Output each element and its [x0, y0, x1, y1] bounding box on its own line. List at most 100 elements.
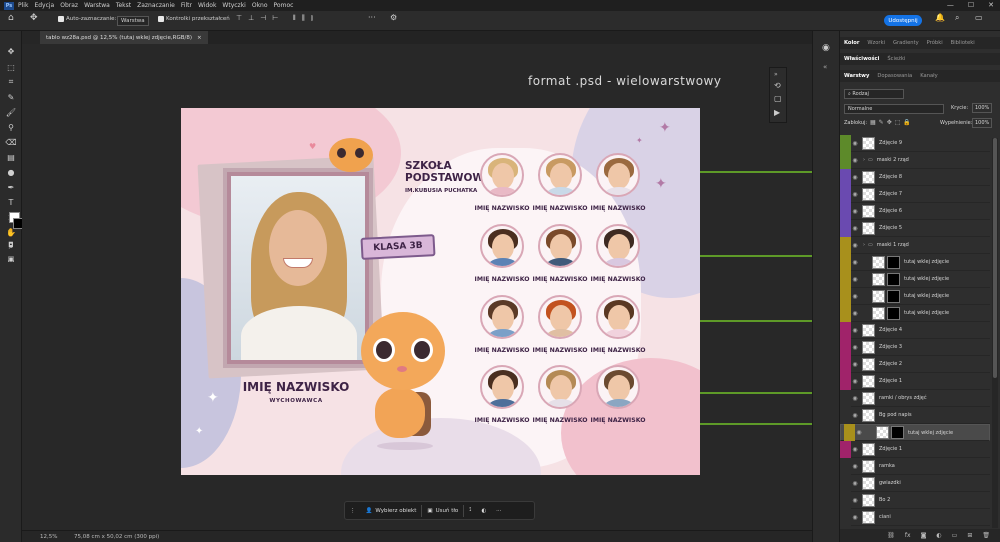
learn-panel-icon[interactable]: ◉	[822, 43, 830, 53]
eye-icon[interactable]: ◉	[851, 208, 859, 215]
eye-icon[interactable]: ◉	[851, 157, 859, 164]
eye-icon[interactable]: ◉	[851, 344, 859, 351]
chevron-right-icon[interactable]: ›	[863, 242, 865, 248]
layer-row[interactable]: ◉ Zdjęcie 3	[840, 338, 990, 356]
eye-icon[interactable]: ◉	[851, 446, 859, 453]
layer-filter-select[interactable]: ⌕ Rodzaj	[844, 89, 904, 99]
eye-icon[interactable]: ◉	[851, 480, 859, 487]
eye-icon[interactable]: ◉	[851, 293, 859, 300]
eye-icon[interactable]: ◉	[851, 412, 859, 419]
opacity-field[interactable]: 100%	[972, 103, 993, 113]
eye-icon[interactable]: ◉	[855, 429, 863, 436]
chevron-right-icon[interactable]: ›	[863, 157, 865, 163]
select-subject-button[interactable]: 👤 Wybierz obiekt	[361, 502, 422, 519]
layer-row[interactable]: ◉ tutaj wklej zdjęcie	[840, 304, 990, 322]
layer-row[interactable]: ◉ Zdjęcie 1	[840, 440, 990, 458]
add-mask-icon[interactable]: ◙	[921, 532, 927, 539]
layer-color-tag	[840, 474, 851, 492]
new-layer-icon[interactable]: ⊞	[967, 532, 972, 539]
layers-scrollbar[interactable]	[992, 138, 998, 528]
layer-row[interactable]: ◉ ramka	[840, 457, 990, 475]
collapse-panels-icon[interactable]: «	[823, 63, 827, 71]
document-dimensions[interactable]: 75,08 cm x 50,02 cm (300 ppi)	[74, 534, 159, 540]
layer-thumbnail	[862, 408, 875, 422]
tab-swatches[interactable]: Próbki	[923, 40, 947, 46]
layer-name: Zdjęcie 8	[879, 174, 903, 180]
eye-icon[interactable]: ◉	[851, 497, 859, 504]
new-group-icon[interactable]: ▭	[952, 532, 958, 539]
lock-icons[interactable]: ▦✎✥⬚🔒	[870, 119, 914, 126]
layer-row[interactable]: ◉ Zdjęcie 5	[840, 219, 990, 237]
eye-icon[interactable]: ◉	[851, 242, 859, 249]
layer-thumbnail	[872, 272, 885, 286]
tab-swatches-patterns[interactable]: Wzorki	[863, 40, 889, 46]
layer-row[interactable]: ◉ Zdjęcie 7	[840, 185, 990, 203]
tab-color[interactable]: Kolor	[840, 40, 863, 46]
layer-name: Zdjęcie 5	[879, 225, 903, 231]
contrast-icon[interactable]: ◐	[476, 502, 491, 519]
tab-gradients[interactable]: Gradienty	[889, 40, 923, 46]
layer-name: Zdjęcie 1	[879, 446, 903, 452]
layer-thumbnail	[862, 459, 875, 473]
tab-layers[interactable]: Warstwy	[840, 73, 873, 79]
drag-handle-icon[interactable]: ⋮	[345, 502, 361, 519]
layer-name: Zdjęcie 3	[879, 344, 903, 350]
layer-name: Zdjęcie 7	[879, 191, 903, 197]
tab-channels[interactable]: Kanały	[916, 73, 942, 79]
fx-icon[interactable]: fx	[905, 532, 911, 539]
layer-name: tutaj wklej zdjęcie	[904, 276, 950, 282]
eye-icon[interactable]: ◉	[851, 276, 859, 283]
eye-icon[interactable]: ◉	[851, 259, 859, 266]
layer-row[interactable]: ◉ Zdjęcie 9	[840, 135, 990, 152]
zoom-level[interactable]: 12,5%	[40, 534, 57, 540]
eye-icon[interactable]: ◉	[851, 463, 859, 470]
delete-layer-icon[interactable]: 🗑	[982, 532, 990, 539]
scrollbar-thumb[interactable]	[993, 138, 997, 378]
link-icon[interactable]: ⛓	[887, 532, 895, 539]
fill-field[interactable]: 100%	[972, 118, 993, 128]
layer-row[interactable]: ◉ tutaj wklej zdjęcie	[840, 253, 990, 271]
layer-row[interactable]: ◉ Bg pod napis	[840, 406, 990, 424]
tab-paths[interactable]: Ścieżki	[883, 56, 909, 62]
eye-icon[interactable]: ◉	[851, 174, 859, 181]
eye-icon[interactable]: ◉	[851, 395, 859, 402]
more-options-button[interactable]: ···	[491, 502, 506, 519]
folder-icon: ▭	[868, 242, 873, 248]
tab-adjustments[interactable]: Dopasowania	[873, 73, 916, 79]
remove-background-button[interactable]: ▣ Usuń tło	[422, 502, 463, 519]
adjust-icon[interactable]: ⟟	[464, 502, 476, 519]
layer-thumbnail	[862, 391, 875, 405]
tab-properties[interactable]: Właściwości	[840, 56, 883, 62]
eye-icon[interactable]: ◉	[851, 225, 859, 232]
layer-color-tag	[840, 440, 851, 458]
layer-row[interactable]: ◉ › ▭ maski 1 rząd	[840, 236, 990, 254]
blend-mode-select[interactable]: Normalne	[844, 104, 944, 114]
layer-row[interactable]: ◉ Zdjęcie 6	[840, 202, 990, 220]
layer-row[interactable]: ◉ ramki / obrys zdjęć	[840, 389, 990, 407]
layer-mask-thumbnail	[891, 426, 904, 439]
layer-row[interactable]: ◉ Zdjęcie 8	[840, 168, 990, 186]
eye-icon[interactable]: ◉	[851, 140, 859, 147]
layer-row[interactable]: ◉ tutaj wklej zdjęcie	[840, 287, 990, 305]
status-bar: 12,5% 75,08 cm x 50,02 cm (300 ppi)	[22, 530, 812, 542]
eye-icon[interactable]: ◉	[851, 514, 859, 521]
eye-icon[interactable]: ◉	[851, 378, 859, 385]
layer-row[interactable]: ◉ Bo 2	[840, 491, 990, 509]
layer-row[interactable]: ◉ Zdjęcie 2	[840, 355, 990, 373]
adjustment-layer-icon[interactable]: ◐	[936, 532, 941, 539]
layer-row[interactable]: ◉ Zdjęcie 4	[840, 321, 990, 339]
layer-name: Zdjęcie 2	[879, 361, 903, 367]
layer-row[interactable]: ◉ › ▭ maski 2 rząd	[840, 151, 990, 169]
layer-thumbnail	[862, 357, 875, 371]
eye-icon[interactable]: ◉	[851, 310, 859, 317]
layer-row[interactable]: ◉ tutaj wklej zdjęcie	[840, 424, 990, 441]
eye-icon[interactable]: ◉	[851, 361, 859, 368]
layer-row[interactable]: ◉ gwiazdki	[840, 474, 990, 492]
layer-row[interactable]: ◉ Zdjęcie 1	[840, 372, 990, 390]
tab-libraries[interactable]: Biblioteki	[947, 40, 979, 46]
layer-row[interactable]: ◉ ciani	[840, 508, 990, 526]
eye-icon[interactable]: ◉	[851, 327, 859, 334]
eye-icon[interactable]: ◉	[851, 191, 859, 198]
layer-name: Zdjęcie 9	[879, 140, 903, 146]
layer-row[interactable]: ◉ tutaj wklej zdjęcie	[840, 270, 990, 288]
